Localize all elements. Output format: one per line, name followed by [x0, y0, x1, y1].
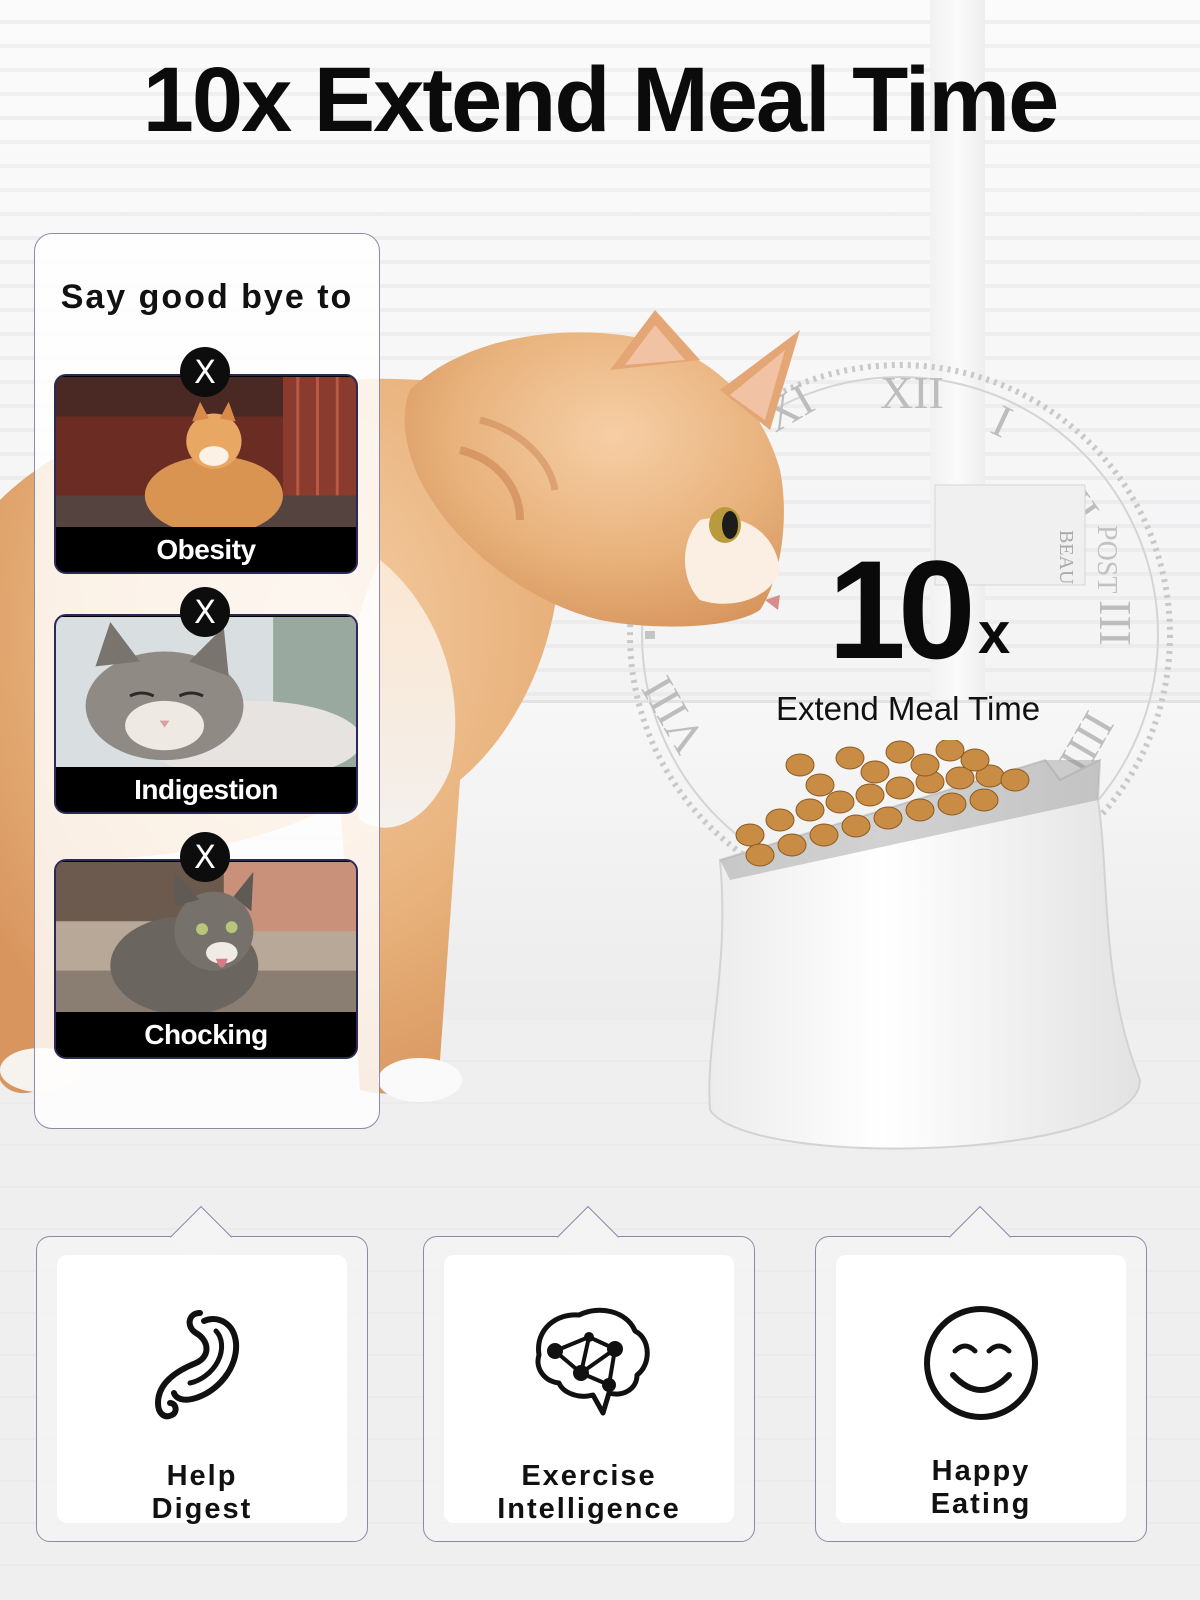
hero-subtitle: Extend Meal Time: [776, 690, 1041, 727]
box-text-beau: BEAU: [1055, 530, 1077, 585]
brain-icon: [535, 1307, 650, 1416]
benefit-card-help-digest: Help Digest: [36, 1205, 368, 1542]
say-goodbye-title: Say good bye to: [60, 278, 354, 316]
benefit-card-happy-eating: Happy Eating: [815, 1205, 1147, 1542]
hero-multiplier: x: [978, 601, 1011, 666]
indigestion-cat-photo: [56, 617, 356, 771]
ailment-card-indigestion: Indigestion: [54, 614, 358, 814]
ailment-card-chocking: Chocking: [54, 859, 358, 1059]
box-text-post: POST: [1091, 525, 1122, 593]
ailment-label: Indigestion: [56, 767, 356, 812]
say-goodbye-panel: Say good bye to X Obesity X Indigestion …: [34, 233, 380, 1129]
clock-numeral-iii: III: [1090, 600, 1141, 646]
benefit-label: Exercise Intelligence: [497, 1460, 681, 1525]
x-badge-icon: X: [180, 347, 230, 397]
smiley-icon: [924, 1306, 1038, 1420]
clock-numeral-xii: XII: [880, 367, 944, 418]
hero-number: 10: [828, 531, 976, 688]
clock-numeral-i: I: [984, 395, 1019, 448]
benefit-card-exercise-intelligence: Exercise Intelligence: [423, 1205, 755, 1542]
ailment-label: Obesity: [56, 527, 356, 572]
obesity-cat-photo: [56, 377, 356, 531]
x-badge-icon: X: [180, 587, 230, 637]
ailment-label: Chocking: [56, 1012, 356, 1057]
bowl-illustration: [708, 740, 1142, 1150]
benefit-label: Happy Eating: [930, 1455, 1032, 1520]
ailment-card-obesity: Obesity: [54, 374, 358, 574]
chocking-cat-photo: [56, 862, 356, 1015]
page-title: 10x Extend Meal Time: [142, 49, 1060, 151]
x-badge-icon: X: [180, 832, 230, 882]
stomach-icon: [154, 1310, 240, 1420]
benefit-label: Help Digest: [151, 1460, 253, 1525]
